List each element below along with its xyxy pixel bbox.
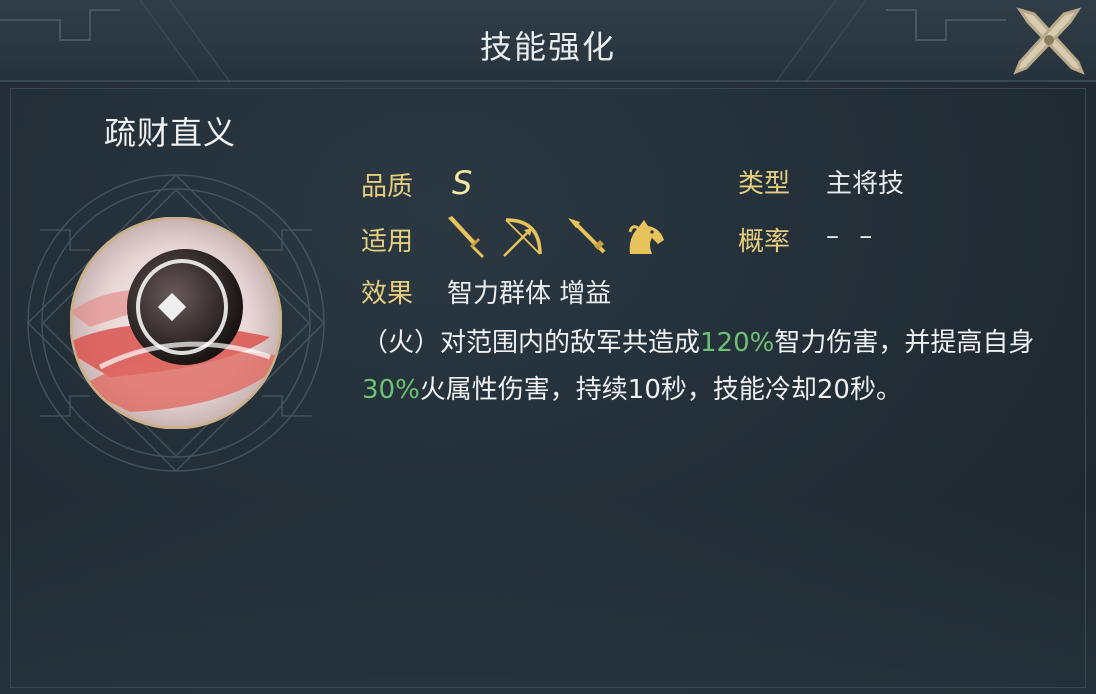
close-icon [1013, 7, 1085, 75]
close-button[interactable] [1010, 4, 1088, 76]
bow-icon [503, 218, 542, 257]
skill-name: 疏财直义 [104, 114, 237, 152]
buff-percent: 30% [362, 375, 420, 405]
skill-enhance-panel: 技能强化 疏财直义 品质 S 类型 主将技 适用 概率 – – 效果 智力群体 … [0, 0, 1096, 694]
header-bar: 技能强化 [0, 0, 1096, 82]
effect-label: 效果 [361, 279, 414, 309]
page-title: 技能强化 [479, 28, 616, 66]
description-text: 智力伤害，并提高自身 [774, 328, 1035, 358]
damage-percent: 120% [700, 328, 775, 358]
horse-icon [628, 220, 664, 254]
quality-label: 品质 [361, 172, 414, 202]
skill-icon[interactable] [69, 216, 283, 430]
description-text: （火）对范围内的敌军共造成 [362, 328, 701, 358]
background-mist [0, 500, 1096, 694]
sword-icon [448, 216, 484, 258]
skill-description: （火）对范围内的敌军共造成120%智力伤害，并提高自身 30%火属性伤害，持续10… [362, 320, 1052, 414]
fire-spiral-skill-icon [69, 216, 283, 430]
applicable-label: 适用 [361, 227, 414, 257]
description-text: 火属性伤害，持续10秒，技能冷却20秒。 [419, 375, 902, 405]
type-label: 类型 [738, 169, 791, 199]
spear-icon [568, 218, 606, 254]
quality-value: S [452, 164, 473, 202]
probability-label: 概率 [738, 227, 791, 257]
type-value: 主将技 [826, 169, 905, 199]
probability-value: – – [826, 221, 879, 251]
effect-value: 智力群体 增益 [447, 279, 612, 309]
